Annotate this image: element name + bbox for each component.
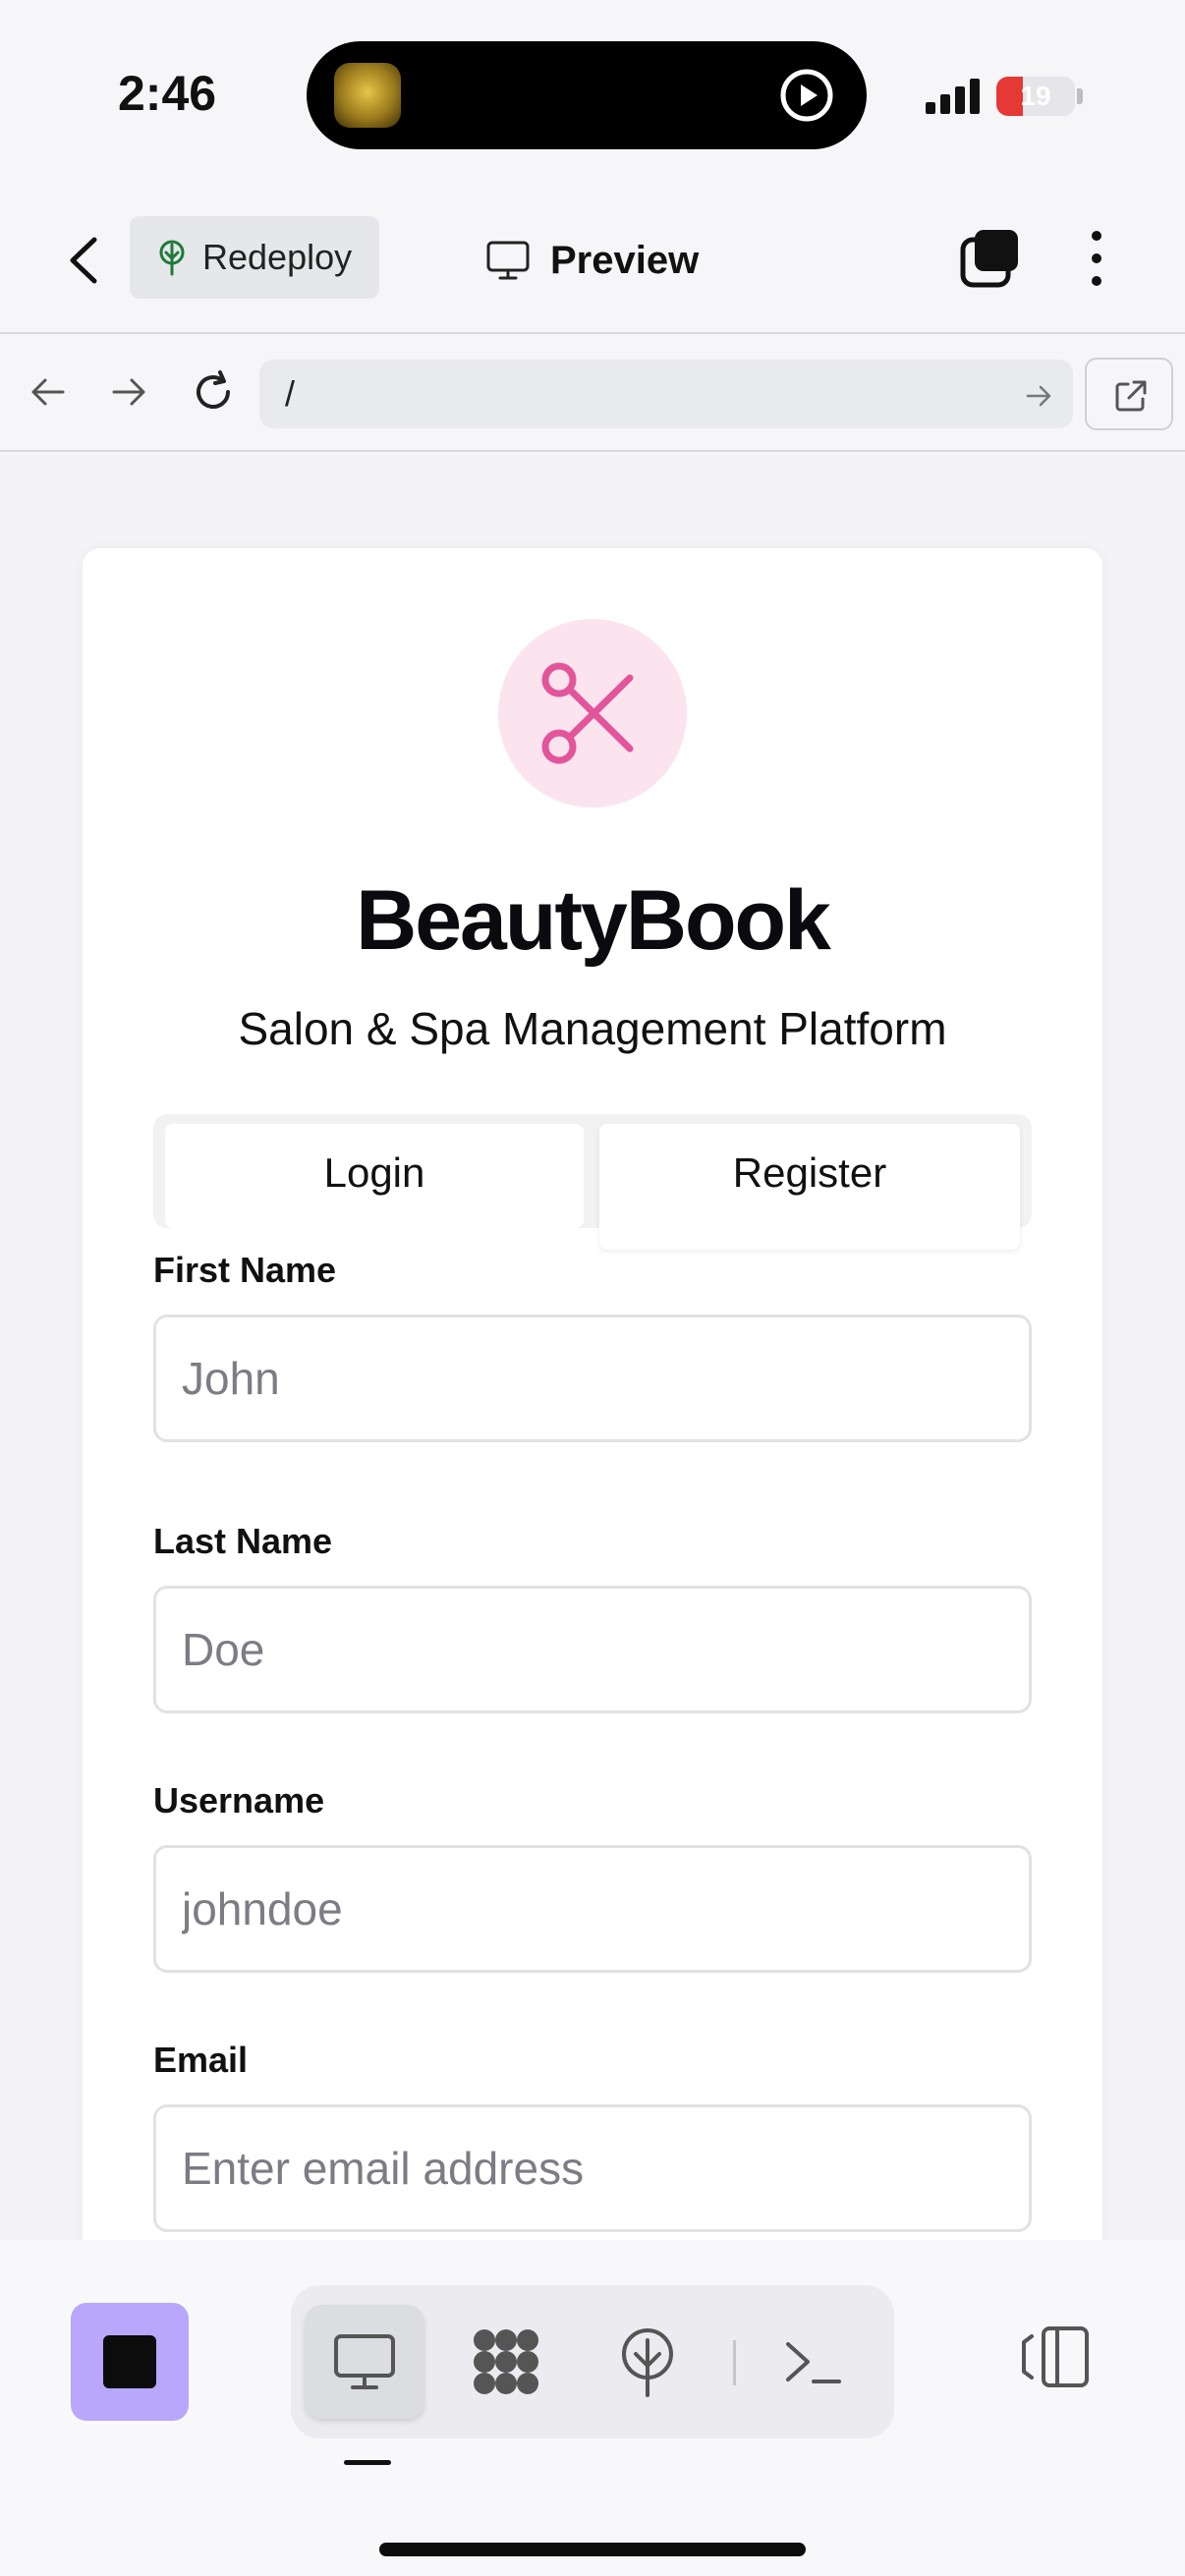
battery-cap (1077, 88, 1083, 104)
dynamic-island[interactable] (307, 41, 867, 149)
preview-title[interactable]: Preview (485, 226, 699, 295)
monitor-icon (486, 241, 530, 280)
back-chevron-icon[interactable] (55, 226, 114, 295)
redeploy-label: Redeploy (202, 237, 353, 277)
tab-login[interactable]: Login (165, 1124, 584, 1228)
status-time: 2:46 (118, 66, 217, 121)
deploy-tree-icon (159, 240, 185, 276)
tool-terminal[interactable] (753, 2305, 873, 2419)
tool-apps[interactable] (446, 2305, 566, 2419)
first-name-field[interactable] (153, 1315, 1032, 1442)
auth-card: BeautyBook Salon & Spa Management Platfo… (83, 548, 1102, 2240)
browser-url-bar: / (0, 334, 1185, 452)
brand-logo (498, 619, 687, 808)
monitor-icon (334, 2334, 395, 2389)
nav-back-arrow-icon[interactable] (26, 369, 71, 415)
apps-icon (474, 2329, 538, 2394)
redeploy-button[interactable]: Redeploy (130, 216, 379, 299)
username-field[interactable] (153, 1845, 1032, 1973)
tab-register[interactable]: Register (599, 1124, 1020, 1250)
app-header: Redeploy Preview (0, 187, 1185, 334)
tool-deploy[interactable] (588, 2305, 707, 2419)
url-input[interactable]: / (259, 360, 1073, 428)
terminal-icon (786, 2342, 841, 2383)
tool-preview[interactable] (305, 2305, 424, 2419)
url-text: / (285, 373, 296, 414)
reload-icon[interactable] (189, 367, 238, 417)
nav-forward-arrow-icon[interactable] (106, 369, 151, 415)
external-link-icon (1115, 380, 1147, 412)
scissors-icon (541, 662, 634, 764)
preview-label: Preview (550, 238, 700, 282)
tool-switcher (291, 2285, 894, 2438)
battery-icon: 19 (996, 77, 1075, 116)
brand-title: BeautyBook (356, 873, 831, 968)
auth-tabs: Login Register (153, 1114, 1032, 1250)
email-label: Email (153, 2040, 249, 2080)
stop-icon (103, 2335, 156, 2388)
tabs-stack-icon[interactable] (959, 226, 1022, 291)
cellular-signal-icon (926, 79, 983, 114)
stop-button[interactable] (71, 2303, 189, 2421)
more-options-icon[interactable] (1079, 224, 1114, 293)
username-label: Username (153, 1780, 325, 1820)
active-tool-indicator (344, 2460, 391, 2465)
go-arrow-icon[interactable] (1024, 381, 1053, 411)
home-indicator[interactable] (379, 2543, 806, 2556)
last-name-label: Last Name (153, 1521, 333, 1561)
now-playing-artwork (334, 63, 401, 128)
split-panels-icon[interactable] (1018, 2324, 1091, 2389)
deploy-icon (622, 2328, 673, 2397)
preview-viewport: BeautyBook Salon & Spa Management Platfo… (0, 454, 1185, 2240)
last-name-field[interactable] (153, 1586, 1032, 1713)
bottom-toolbar (0, 2240, 1185, 2576)
tool-separator (733, 2340, 736, 2385)
screen-recording-icon (780, 69, 833, 122)
email-field[interactable] (153, 2104, 1032, 2232)
open-external-button[interactable] (1085, 358, 1173, 430)
status-bar: 2:46 19 (0, 0, 1185, 187)
battery-level: 19 (1020, 81, 1051, 111)
brand-subtitle: Salon & Spa Management Platform (238, 1003, 947, 1054)
first-name-label: First Name (153, 1250, 337, 1290)
